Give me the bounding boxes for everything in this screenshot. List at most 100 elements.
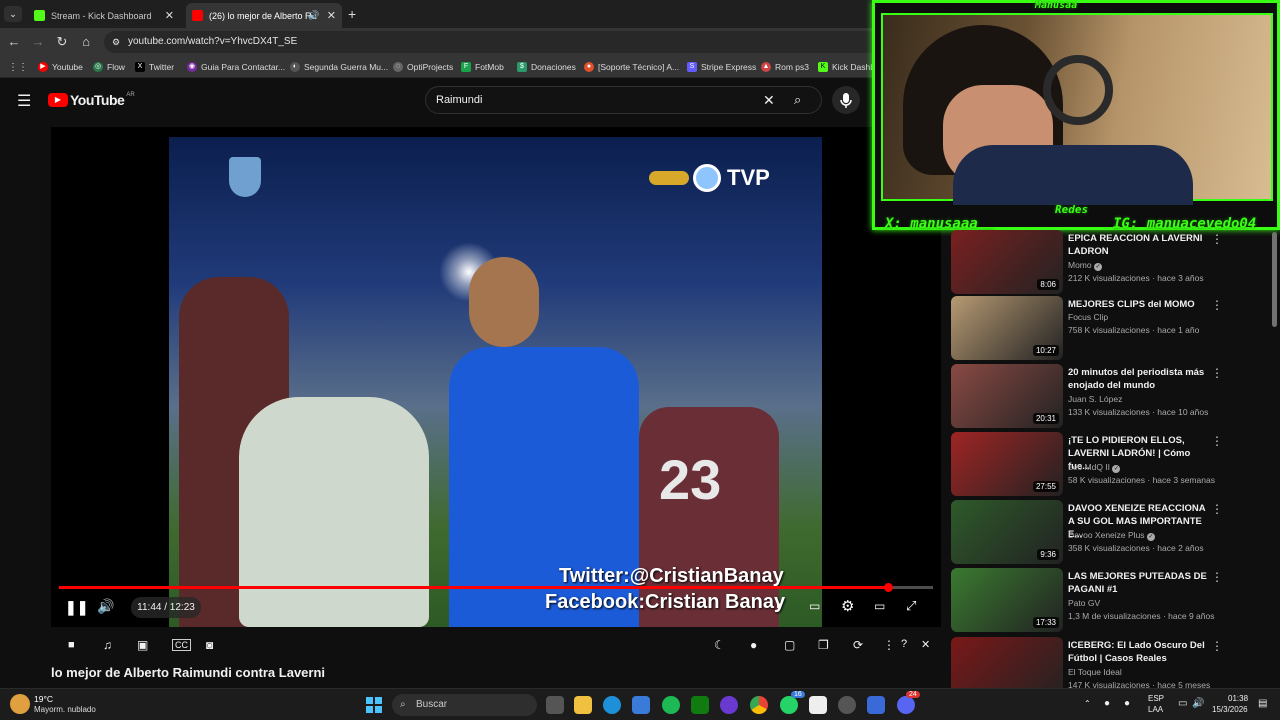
- more-options-icon[interactable]: ⋮: [883, 638, 895, 652]
- video-title[interactable]: ICEBERG: El Lado Oscuro Del Fútbol | Cas…: [1068, 639, 1208, 665]
- more-options-icon[interactable]: ⋮: [1211, 502, 1223, 516]
- loop-icon[interactable]: ⟳: [853, 638, 863, 652]
- bookmark-kick[interactable]: K Kick Dashb: [818, 59, 875, 75]
- channel-name[interactable]: Juan S. López: [1068, 394, 1122, 404]
- language-indicator[interactable]: ESP: [1148, 694, 1164, 703]
- speaker-icon[interactable]: 🔊: [308, 10, 319, 21]
- progress-scrubber[interactable]: [883, 583, 893, 592]
- video-thumbnail[interactable]: 10:27: [951, 296, 1063, 360]
- scrollbar-thumb[interactable]: [1272, 232, 1277, 327]
- bookmark-fotmob[interactable]: F FotMob: [461, 59, 504, 75]
- bookmark-donaciones[interactable]: $ Donaciones: [517, 59, 576, 75]
- video-player[interactable]: TVP 23 Twitter:@CristianBanay Facebook:C…: [51, 127, 941, 627]
- fullscreen-icon[interactable]: ⤢: [906, 598, 916, 614]
- settings-icon[interactable]: ⚙: [841, 597, 854, 615]
- recommendation-item[interactable]: 8:06 EPICA REACCION A LAVERNI LADRON Momo …: [951, 230, 1271, 294]
- whatsapp-icon[interactable]: [780, 696, 798, 714]
- chrome-icon[interactable]: [750, 696, 768, 714]
- taskbar-search[interactable]: ⌕ Buscar: [392, 694, 537, 716]
- menu-icon[interactable]: ☰: [17, 91, 31, 111]
- weather-icon[interactable]: [10, 694, 30, 714]
- recommendation-item[interactable]: 17:33 LAS MEJORES PUTEADAS DE PAGANI #1 Pa…: [951, 568, 1271, 632]
- dark-mode-icon[interactable]: ☾: [714, 638, 725, 652]
- channel-name[interactable]: Pato GV: [1068, 598, 1100, 608]
- store-icon[interactable]: [632, 696, 650, 714]
- tab-kick-dashboard[interactable]: Stream - Kick Dashboard ✕: [28, 3, 180, 28]
- youtube-logo[interactable]: ▶ YouTube AR: [48, 92, 135, 108]
- bookmark-soporte[interactable]: ● [Soporte Técnico] A...: [584, 59, 679, 75]
- search-input[interactable]: Raimundi ✕ ⌕: [425, 86, 822, 114]
- help-icon[interactable]: ?: [901, 638, 907, 650]
- music-note-icon[interactable]: ♫: [103, 638, 112, 652]
- volume-tray-icon[interactable]: 🔊: [1192, 698, 1204, 709]
- channel-name[interactable]: Focus Clip: [1068, 312, 1108, 322]
- more-options-icon[interactable]: ⋮: [1211, 232, 1223, 246]
- obs-icon[interactable]: [809, 696, 827, 714]
- screenshot-gallery-icon[interactable]: ▣: [137, 638, 148, 652]
- new-tab-button[interactable]: +: [348, 6, 356, 22]
- more-options-icon[interactable]: ⋮: [1211, 366, 1223, 380]
- spotify-icon[interactable]: [662, 696, 680, 714]
- close-tab-icon[interactable]: ✕: [327, 9, 336, 22]
- recommendation-item[interactable]: 10:27 MEJORES CLIPS del MOMO Focus Clip 758…: [951, 296, 1271, 360]
- xbox-icon[interactable]: [691, 696, 709, 714]
- task-view-icon[interactable]: [546, 696, 564, 714]
- file-explorer-icon[interactable]: [574, 696, 592, 714]
- video-camera-icon[interactable]: ■: [68, 639, 75, 651]
- search-icon[interactable]: ⌕: [794, 87, 801, 113]
- settings-app-icon[interactable]: [867, 696, 885, 714]
- pause-icon[interactable]: ❚❚: [65, 599, 88, 616]
- video-title[interactable]: EPICA REACCION A LAVERNI LADRON: [1068, 232, 1208, 258]
- more-options-icon[interactable]: ⋮: [1211, 639, 1223, 653]
- clock-time[interactable]: 01:38: [1228, 694, 1248, 703]
- address-bar[interactable]: ⚙ youtube.com/watch?v=YhvcDX4T_SE: [104, 31, 884, 53]
- keyboard-layout[interactable]: LAA: [1148, 705, 1163, 714]
- video-title[interactable]: 20 minutos del periodista más enojado de…: [1068, 366, 1208, 392]
- weather-desc[interactable]: Mayorm. nublado: [34, 705, 96, 714]
- channel-name[interactable]: Davoo Xeneize Plus ✓: [1068, 530, 1155, 541]
- discord-icon[interactable]: [897, 696, 915, 714]
- progress-bar[interactable]: [59, 583, 933, 592]
- video-title[interactable]: MEJORES CLIPS del MOMO: [1068, 298, 1208, 311]
- more-options-icon[interactable]: ⋮: [1211, 570, 1223, 584]
- bookmark-twitter[interactable]: X Twitter: [135, 59, 174, 75]
- weather-temp[interactable]: 19°C: [34, 694, 53, 704]
- close-tab-icon[interactable]: ✕: [165, 9, 174, 22]
- copy-icon[interactable]: ❐: [818, 638, 829, 652]
- captions-icon[interactable]: CC: [172, 639, 191, 651]
- video-thumbnail[interactable]: 9:36: [951, 500, 1063, 564]
- channel-name[interactable]: El Toque Ideal: [1068, 667, 1122, 677]
- recommendation-item[interactable]: 20:31 20 minutos del periodista más enoja…: [951, 364, 1271, 428]
- video-thumbnail[interactable]: 20:31: [951, 364, 1063, 428]
- clear-search-icon[interactable]: ✕: [763, 87, 775, 113]
- close-toolbar-icon[interactable]: ✕: [921, 638, 930, 651]
- app-icon[interactable]: [838, 696, 856, 714]
- channel-name[interactable]: Leo MdQ II ✓: [1068, 462, 1121, 473]
- channel-name[interactable]: Momo ✓: [1068, 260, 1102, 271]
- video-thumbnail[interactable]: 17:33: [951, 568, 1063, 632]
- lightbulb-icon[interactable]: ●: [750, 638, 757, 652]
- home-icon[interactable]: ⌂: [78, 34, 94, 49]
- mini-player-icon[interactable]: ▢: [784, 638, 795, 652]
- volume-icon[interactable]: 🔊: [97, 598, 114, 615]
- recommendation-item[interactable]: 9:36 DAVOO XENEIZE REACCIONA A SU GOL MAS…: [951, 500, 1271, 564]
- tray-app-icon[interactable]: ●: [1104, 698, 1110, 709]
- tray-overflow-icon[interactable]: ⌃: [1084, 699, 1091, 708]
- video-title[interactable]: LAS MEJORES PUTEADAS DE PAGANI #1: [1068, 570, 1208, 596]
- tab-youtube-video[interactable]: (26) lo mejor de Alberto Ra 🔊 ✕: [186, 3, 342, 28]
- camera-icon[interactable]: ◙: [206, 638, 213, 652]
- network-icon[interactable]: ▭: [1178, 698, 1187, 709]
- more-options-icon[interactable]: ⋮: [1211, 434, 1223, 448]
- bookmark-youtube[interactable]: ▶ Youtube: [38, 59, 83, 75]
- twitch-icon[interactable]: [720, 696, 738, 714]
- bookmark-optiprojects[interactable]: ◌ OptiProjects: [393, 59, 453, 75]
- site-info-icon[interactable]: ⚙: [112, 31, 120, 53]
- bookmark-guia[interactable]: ◉ Guia Para Contactar...: [187, 59, 285, 75]
- edge-icon[interactable]: [603, 696, 621, 714]
- recommendation-item[interactable]: 27:55 ¡TE LO PIDIERON ELLOS, LAVERNI LADR…: [951, 432, 1271, 496]
- subtitles-icon[interactable]: ▭: [809, 599, 820, 613]
- bookmark-flow[interactable]: ◎ Flow: [93, 59, 125, 75]
- clock-date[interactable]: 15/3/2026: [1212, 705, 1248, 714]
- reload-icon[interactable]: ↻: [54, 34, 70, 50]
- bookmark-segunda-guerra[interactable]: ◐ Segunda Guerra Mu...: [290, 59, 388, 75]
